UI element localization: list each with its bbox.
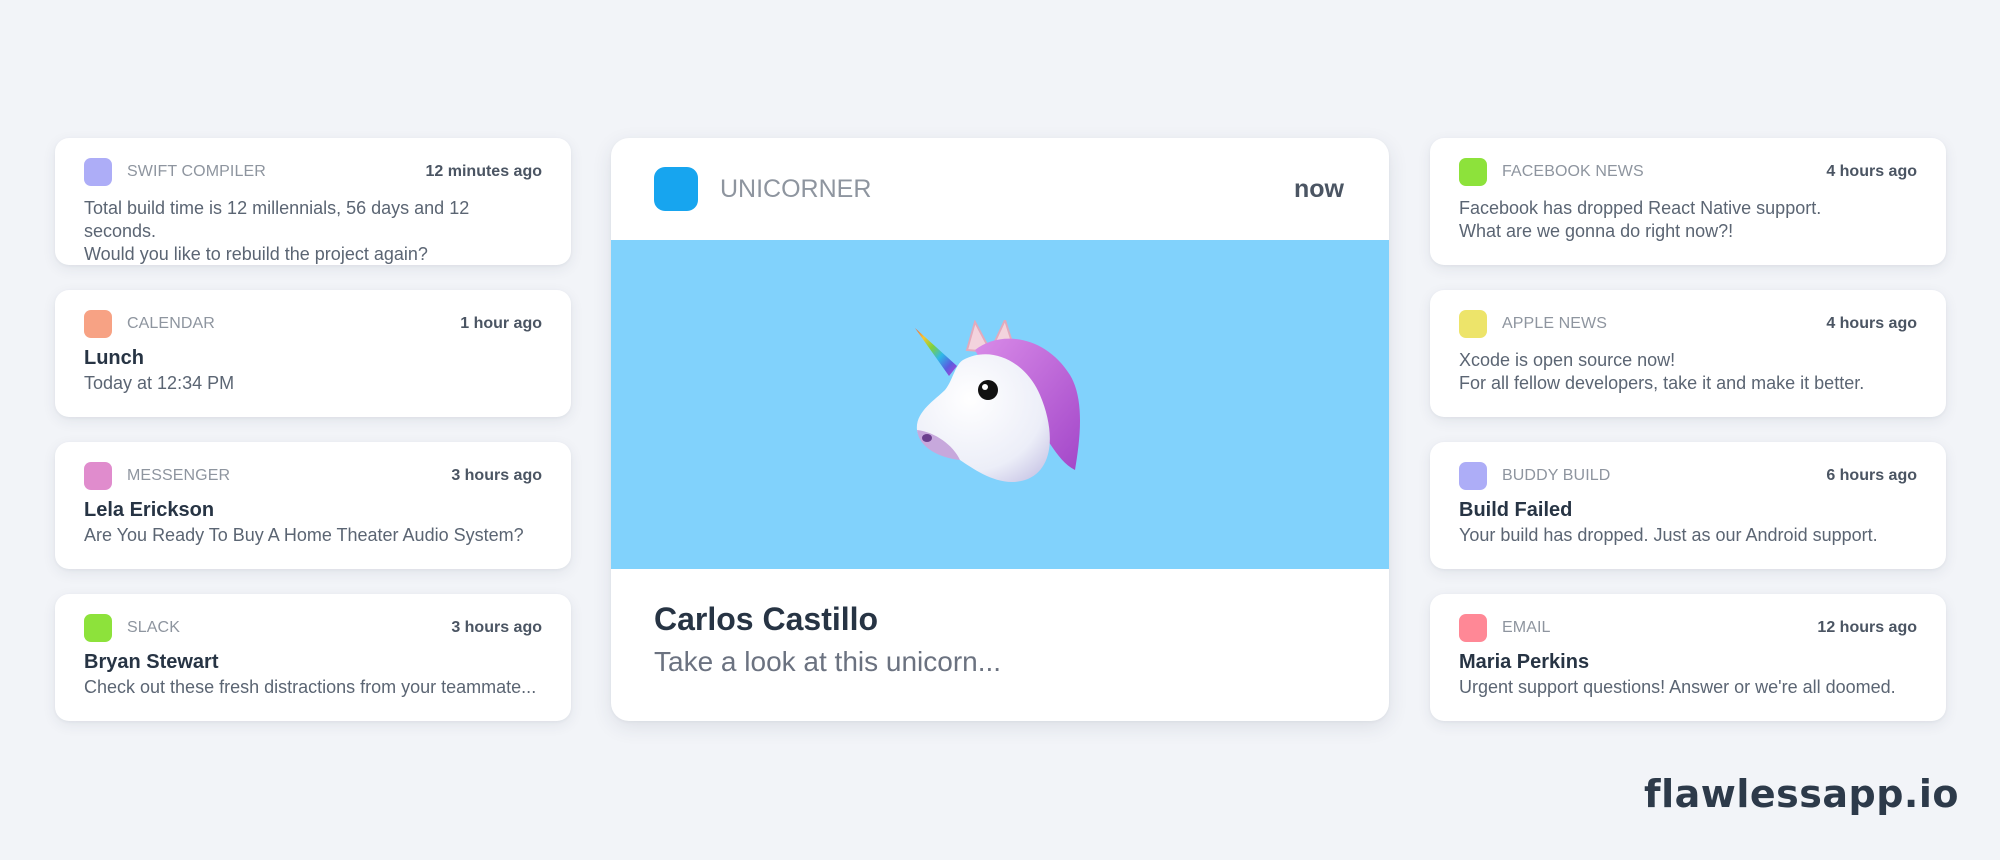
- featured-content: Carlos Castillo Take a look at this unic…: [611, 569, 1389, 680]
- app-name: APPLE NEWS: [1502, 315, 1608, 332]
- right-notification-column: FACEBOOK NEWS 4 hours ago Facebook has dro…: [1430, 138, 1946, 746]
- notification-card[interactable]: SWIFT COMPILER 12 minutes ago Total build …: [55, 138, 571, 265]
- notification-card[interactable]: CALENDAR 1 hour ago Lunch Today at 12:34 PM: [55, 290, 571, 417]
- notification-time: 12 minutes ago: [425, 163, 542, 180]
- notification-body-line: Are You Ready To Buy A Home Theater Audi…: [84, 525, 524, 545]
- notification-body-line: Total build time is 12 millennials, 56 d…: [84, 198, 470, 241]
- horn: [915, 327, 957, 376]
- app-icon: [1459, 614, 1487, 642]
- notification-header: APPLE NEWS 4 hours ago: [1459, 310, 1917, 338]
- notification-body-line: Your build has dropped. Just as our Andr…: [1459, 525, 1878, 545]
- app-name: BUDDY BUILD: [1502, 467, 1611, 484]
- notification-card[interactable]: SLACK 3 hours ago Bryan Stewart Check out t…: [55, 594, 571, 721]
- app-name: SWIFT COMPILER: [127, 163, 266, 180]
- featured-image: [611, 240, 1389, 569]
- notification-time: 3 hours ago: [451, 467, 542, 484]
- notification-body-line: For all fellow developers, take it and m…: [1459, 373, 1865, 393]
- featured-time: now: [1294, 174, 1344, 203]
- app-name: FACEBOOK NEWS: [1502, 163, 1644, 180]
- notification-card[interactable]: EMAIL 12 hours ago Maria Perkins Urgent sup…: [1430, 594, 1946, 721]
- app-icon: [1459, 310, 1487, 338]
- notification-body-line: Check out these fresh distractions from …: [84, 677, 537, 697]
- notification-body-line: What are we gonna do right now?!: [1459, 221, 1734, 241]
- notification-body-line: Today at 12:34 PM: [84, 373, 235, 393]
- notification-card[interactable]: MESSENGER 3 hours ago Lela Erickson Are You…: [55, 442, 571, 569]
- notification-time: 6 hours ago: [1826, 467, 1917, 484]
- app-icon: [84, 158, 112, 186]
- notification-time: 1 hour ago: [460, 315, 542, 332]
- notification-header: FACEBOOK NEWS 4 hours ago: [1459, 158, 1917, 186]
- app-name: EMAIL: [1502, 619, 1551, 636]
- notification-title: Build Failed: [1459, 499, 1573, 521]
- notification-body-line: Would you like to rebuild the project ag…: [84, 244, 428, 264]
- brand-logo: flawlessapp.io: [1644, 772, 1959, 816]
- notification-card[interactable]: FACEBOOK NEWS 4 hours ago Facebook has dro…: [1430, 138, 1946, 265]
- featured-notification-card[interactable]: UNICORNER now Carlos Castillo Take a loo…: [611, 138, 1389, 721]
- unicorn-icon: [915, 319, 1080, 482]
- left-notification-column: SWIFT COMPILER 12 minutes ago Total build …: [55, 138, 571, 746]
- notification-time: 12 hours ago: [1817, 619, 1917, 636]
- app-icon: [84, 614, 112, 642]
- app-name: CALENDAR: [127, 315, 215, 332]
- app-icon: [1459, 158, 1487, 186]
- featured-message: Take a look at this unicorn...: [654, 646, 1002, 677]
- notification-header: EMAIL 12 hours ago: [1459, 614, 1917, 642]
- notification-title: Lela Erickson: [84, 499, 215, 521]
- app-icon: [1459, 462, 1487, 490]
- notification-body-line: Urgent support questions! Answer or we'r…: [1459, 677, 1896, 697]
- notification-body-line: Xcode is open source now!: [1459, 350, 1676, 370]
- notification-card[interactable]: BUDDY BUILD 6 hours ago Build Failed Your b…: [1430, 442, 1946, 569]
- notification-header: SLACK 3 hours ago: [84, 614, 542, 642]
- featured-sender: Carlos Castillo: [654, 601, 879, 637]
- app-icon: [84, 310, 112, 338]
- notification-title: Bryan Stewart: [84, 651, 219, 673]
- app-name: MESSENGER: [127, 467, 231, 484]
- notification-header: MESSENGER 3 hours ago: [84, 462, 542, 490]
- notification-title: Maria Perkins: [1459, 651, 1590, 673]
- notification-body-line: Facebook has dropped React Native suppor…: [1459, 198, 1822, 218]
- notification-header: CALENDAR 1 hour ago: [84, 310, 542, 338]
- notification-time: 3 hours ago: [451, 619, 542, 636]
- notification-header: SWIFT COMPILER 12 minutes ago: [84, 158, 542, 186]
- app-icon: [84, 462, 112, 490]
- unicorner-app-icon: [654, 167, 698, 211]
- notification-card[interactable]: APPLE NEWS 4 hours ago Xcode is open sourc…: [1430, 290, 1946, 417]
- featured-app-name: UNICORNER: [720, 174, 872, 203]
- notification-header: BUDDY BUILD 6 hours ago: [1459, 462, 1917, 490]
- notification-title: Lunch: [84, 347, 144, 369]
- featured-header: UNICORNER now: [611, 138, 1389, 240]
- notification-time: 4 hours ago: [1826, 163, 1917, 180]
- notification-time: 4 hours ago: [1826, 315, 1917, 332]
- app-name: SLACK: [127, 619, 180, 636]
